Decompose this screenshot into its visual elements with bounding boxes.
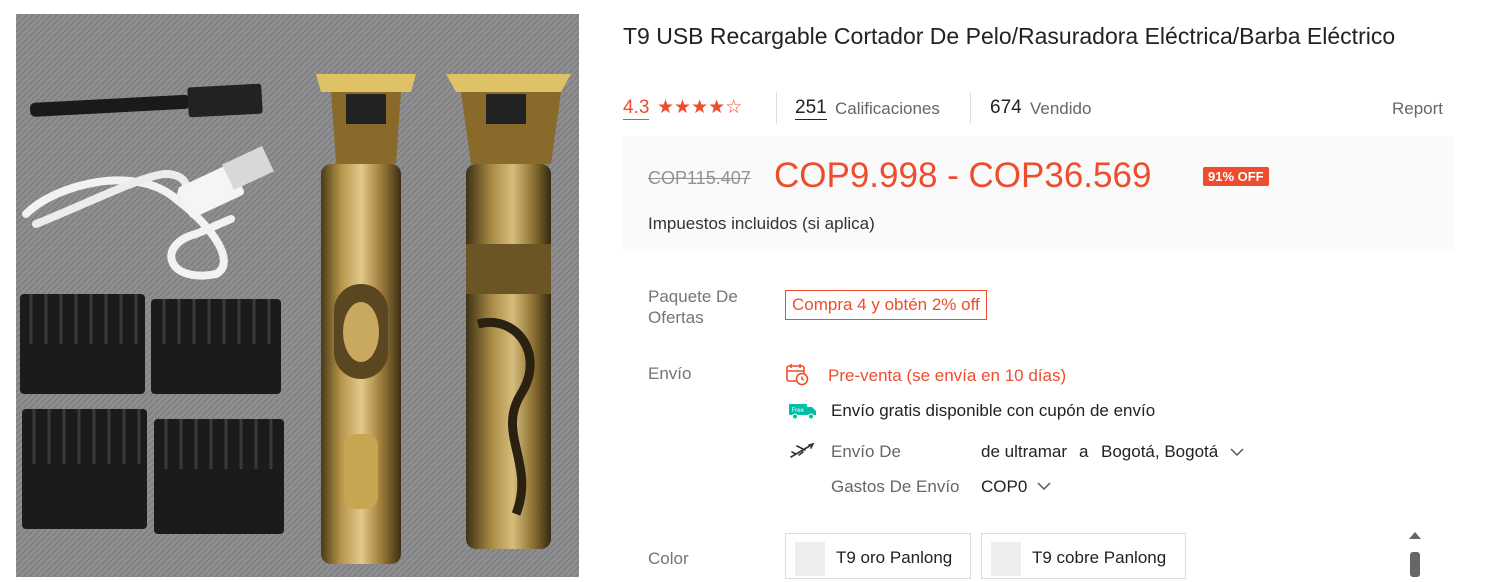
original-price: COP115.407 — [648, 168, 751, 188]
free-icon-text: Free — [792, 408, 805, 414]
ship-from-label: Envío De — [831, 442, 901, 461]
product-meta: 4.3 ★★★★☆ 251 Calificaciones 674 Vendido… — [623, 92, 1453, 124]
product-info: T9 USB Recargable Cortador De Pelo/Rasur… — [623, 0, 1463, 579]
rating-stars: ★★★★☆ — [657, 96, 742, 119]
color-option-label: T9 oro Panlong — [836, 548, 953, 567]
divider — [776, 92, 777, 124]
product-image[interactable] — [16, 14, 579, 577]
free-shipping-text: Envío gratis disponible con cupón de env… — [831, 401, 1156, 420]
color-label: Color — [648, 549, 689, 568]
ship-to-connector: a — [1079, 442, 1089, 461]
rating-score[interactable]: 4.3 — [623, 97, 650, 120]
sold-count: 674 — [990, 97, 1022, 118]
scrollbar[interactable] — [1404, 522, 1426, 577]
shipping-cost-label: Gastos De Envío — [831, 477, 960, 496]
price-section: COP115.407 COP9.998 - COP36.569 91% OFF … — [623, 136, 1454, 251]
ratings-label: Calificaciones — [835, 99, 940, 118]
chevron-down-icon[interactable] — [1037, 481, 1051, 491]
variant-thumbnail — [795, 542, 825, 576]
product-photo-illustration — [16, 14, 579, 577]
sold-label: Vendido — [1030, 99, 1092, 118]
product-title: T9 USB Recargable Cortador De Pelo/Rasur… — [623, 23, 1396, 49]
star-icon: ★ — [691, 97, 709, 118]
color-option-oro[interactable]: T9 oro Panlong — [785, 533, 971, 579]
star-icon: ★ — [674, 97, 692, 118]
preorder-text: Pre-venta (se envía en 10 días) — [828, 366, 1067, 385]
airplane-icon — [790, 442, 815, 458]
color-option-label: T9 cobre Panlong — [1032, 548, 1167, 567]
discount-badge: 91% OFF — [1203, 167, 1269, 186]
ship-from-value: de ultramar — [981, 442, 1067, 461]
star-outline-icon: ☆ — [725, 97, 743, 118]
report-link[interactable]: Report — [1392, 99, 1443, 119]
free-shipping-truck-icon: Free — [789, 404, 816, 420]
current-price: COP9.998 - COP36.569 — [774, 156, 1152, 195]
variant-thumbnail — [991, 542, 1021, 576]
deals-label: Paquete De Ofertas — [648, 287, 738, 327]
star-icon: ★ — [657, 97, 675, 118]
color-option-cobre[interactable]: T9 cobre Panlong — [981, 533, 1186, 579]
star-icon: ★ — [708, 97, 726, 118]
calendar-clock-icon — [786, 364, 809, 386]
ratings-count[interactable]: 251 — [795, 97, 827, 120]
bundle-deal-tag[interactable]: Compra 4 y obtén 2% off — [785, 290, 987, 320]
chevron-down-icon[interactable] — [1230, 447, 1244, 457]
shipping-label: Envío — [648, 364, 692, 383]
destination-selector[interactable]: Bogotá, Bogotá — [1101, 442, 1218, 462]
shipping-cost-value[interactable]: COP0 — [981, 477, 1027, 497]
tax-note: Impuestos incluidos (si aplica) — [648, 214, 875, 233]
scroll-up-arrow-icon[interactable] — [1404, 522, 1426, 577]
divider — [970, 92, 971, 124]
